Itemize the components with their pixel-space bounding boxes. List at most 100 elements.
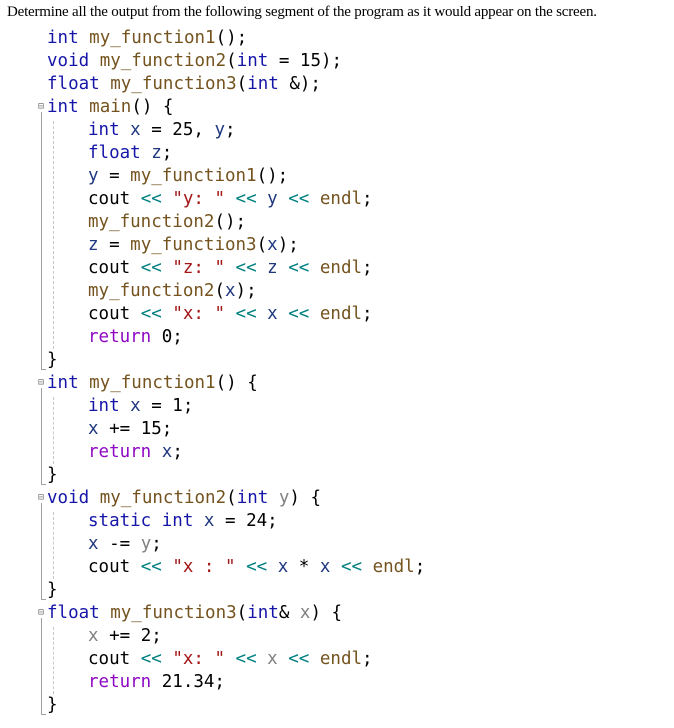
code-token: = 15); — [268, 51, 343, 71]
code-text: cout << "x: " << x << endl; — [88, 303, 373, 326]
code-token: ; — [161, 143, 173, 163]
code-text: cout << "x : " << x * x << endl; — [88, 556, 425, 579]
fold-region-end — [41, 714, 46, 715]
code-text: float my_function3(int &); — [47, 73, 321, 96]
code-token: ; — [362, 304, 373, 324]
code-token: x — [130, 396, 141, 416]
code-token: y — [278, 488, 290, 508]
code-line: z = my_function3(x); — [0, 234, 674, 257]
collapse-icon[interactable] — [38, 102, 44, 112]
code-line: int my_function1() { — [0, 372, 674, 395]
code-token: ; — [362, 189, 373, 209]
code-line: cout << "x : " << x * x << endl; — [0, 556, 674, 579]
code-line: cout << "z: " << z << endl; — [0, 257, 674, 280]
code-token: my_function2 — [99, 51, 227, 71]
code-token: x — [319, 557, 331, 577]
code-token: int — [161, 511, 194, 531]
code-token: int — [247, 603, 279, 623]
code-text: } — [47, 464, 58, 487]
code-token: endl — [372, 557, 415, 577]
code-token: << — [246, 557, 268, 577]
code-token: ; — [172, 442, 183, 462]
indent-guide — [53, 397, 54, 464]
code-line: } — [0, 694, 674, 717]
code-token: ) { — [289, 488, 321, 508]
code-token: () { — [131, 97, 174, 117]
code-text: return x; — [88, 441, 183, 464]
code-line: return 0; — [0, 326, 674, 349]
code-token: (); — [215, 28, 248, 48]
code-token: x — [267, 649, 278, 669]
code-text: } — [47, 579, 58, 602]
code-token: endl — [319, 258, 363, 278]
code-token: cout — [88, 304, 141, 324]
code-token: my_function2 — [88, 281, 215, 301]
code-text: } — [47, 694, 58, 717]
code-line: float my_function3(int &); — [0, 73, 674, 96]
code-text: static int x = 24; — [88, 510, 278, 533]
code-token: "x: " — [172, 304, 225, 324]
code-line: float z; — [0, 142, 674, 165]
code-text: int my_function1() { — [47, 372, 258, 395]
code-token: float — [47, 603, 100, 623]
code-token: "x : " — [172, 557, 236, 577]
collapse-icon[interactable] — [38, 608, 44, 618]
code-token: ; — [151, 534, 162, 554]
code-token: * — [288, 557, 320, 577]
code-line: } — [0, 579, 674, 602]
code-text: int my_function1(); — [47, 27, 247, 50]
code-token: int — [47, 28, 79, 48]
code-line: int my_function1(); — [0, 27, 674, 50]
collapse-icon[interactable] — [38, 493, 44, 503]
code-token: y — [140, 534, 152, 554]
code-token: static — [88, 511, 152, 531]
code-text: cout << "y: " << y << endl; — [88, 188, 373, 211]
code-line: cout << "x: " << x << endl; — [0, 303, 674, 326]
code-token: cout — [88, 189, 141, 209]
code-token: my_function1 — [89, 373, 216, 393]
code-token: ); — [277, 235, 299, 255]
code-token: } — [47, 695, 58, 715]
code-token: ; — [414, 557, 426, 577]
code-text: int x = 1; — [88, 395, 193, 418]
code-token: x — [224, 281, 236, 301]
fold-region-bar — [41, 618, 42, 714]
code-text: x -= y; — [88, 533, 162, 556]
code-token: z — [267, 258, 278, 278]
code-text: cout << "x: " << x << endl; — [88, 648, 373, 671]
indent-guide — [53, 627, 54, 694]
code-token: ( — [226, 51, 237, 71]
code-token: my_function3 — [110, 603, 237, 623]
indent-guide — [53, 121, 54, 349]
code-token: x — [267, 235, 278, 255]
code-line: my_function2(); — [0, 211, 674, 234]
code-token: << — [140, 189, 162, 209]
code-token: ) { — [310, 603, 343, 623]
collapse-icon[interactable] — [38, 378, 44, 388]
code-line: int x = 1; — [0, 395, 674, 418]
code-token: cout — [88, 557, 141, 577]
code-token: << — [340, 557, 363, 577]
code-token: x — [203, 511, 215, 531]
code-token: void — [47, 51, 90, 71]
fold-region-bar — [41, 112, 42, 369]
code-token: << — [288, 189, 310, 209]
code-token: += 15; — [98, 419, 173, 439]
code-line: cout << "y: " << y << endl; — [0, 188, 674, 211]
